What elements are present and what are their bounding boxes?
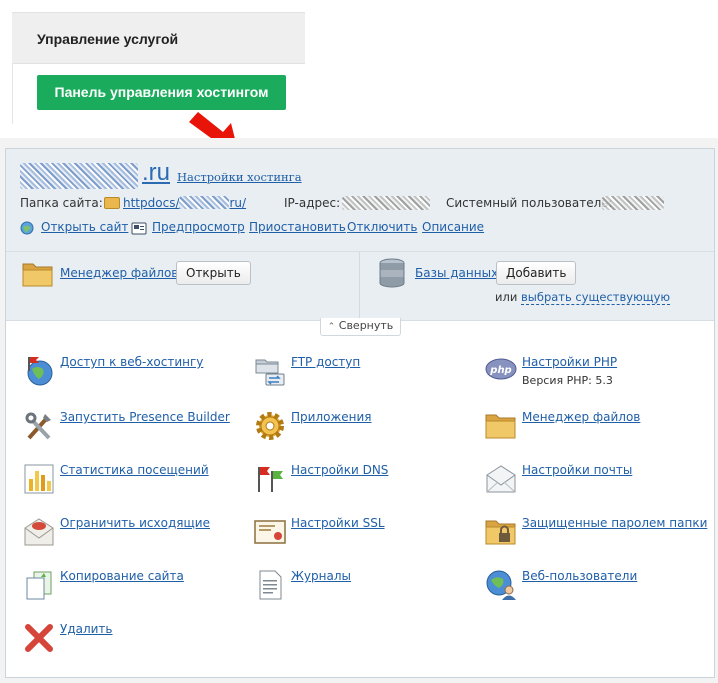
chevron-up-icon: ⌃ — [327, 322, 336, 332]
dns-flags-icon — [258, 467, 283, 492]
grid-item-label[interactable]: Статистика посещений — [60, 463, 209, 477]
hosting-panel: .ru Настройки хостинга Папка сайта: http… — [5, 148, 715, 678]
globe-flag-icon — [27, 357, 53, 386]
collapse-tab[interactable]: ⌃ Свернуть — [320, 318, 401, 336]
ip-label: IP-адрес: — [284, 196, 341, 210]
grid-item-label[interactable]: Настройки DNS — [291, 463, 388, 477]
gear-icon — [256, 412, 284, 440]
stats-icon — [24, 464, 54, 494]
grid-item-label[interactable]: Запустить Presence Builder — [60, 410, 230, 424]
hosting-settings-link[interactable]: Настройки хостинга — [177, 170, 302, 184]
preview-icon — [131, 222, 147, 235]
service-title: Управление услугой — [37, 31, 179, 47]
grid-item-label[interactable]: Удалить — [60, 622, 113, 636]
grid-item-label[interactable]: Ограничить исходящие — [60, 516, 210, 530]
domain-name-redacted — [20, 163, 138, 189]
php-version: Версия PHP: 5.3 — [522, 374, 613, 387]
mail-icon — [486, 465, 516, 493]
tools-row: Менеджер файлов Открыть Базы данных Доба… — [6, 251, 714, 320]
service-card-header: Управление услугой — [12, 12, 305, 64]
databases-link[interactable]: Базы данных — [415, 266, 498, 280]
file-manager-link[interactable]: Менеджер файлов — [60, 266, 178, 280]
open-site-link[interactable]: Открыть сайт — [41, 220, 128, 234]
description-link[interactable]: Описание — [422, 220, 484, 234]
grid-item-label[interactable]: Журналы — [291, 569, 351, 583]
folder-label: Папка сайта: — [20, 196, 103, 210]
add-button[interactable]: Добавить — [496, 261, 577, 285]
sysuser-redacted — [602, 196, 664, 210]
suspend-link[interactable]: Приостановить — [249, 220, 346, 234]
grid-item-label[interactable]: FTP доступ — [291, 355, 360, 369]
web-users-icon — [486, 570, 516, 600]
open-button[interactable]: Открыть — [176, 261, 251, 285]
mail-limit-icon — [24, 518, 54, 546]
folder-icon — [104, 197, 120, 209]
grid-item-label[interactable]: Копирование сайта — [60, 569, 184, 583]
or-text: или — [495, 290, 518, 304]
ip-redacted — [342, 196, 430, 210]
grid-item-label[interactable]: Настройки SSL — [291, 516, 385, 530]
grid-item-label[interactable]: Приложения — [291, 410, 372, 424]
copy-icon — [26, 571, 52, 600]
grid-item-label[interactable]: Защищенные паролем папки — [522, 516, 707, 530]
folder-icon — [22, 263, 53, 287]
grid-item-label[interactable]: Настройки почты — [522, 463, 632, 477]
open-site-icon — [20, 221, 34, 235]
collapse-label: Свернуть — [338, 319, 394, 332]
select-existing-link[interactable]: выбрать существующую — [521, 290, 671, 305]
grid-item-label[interactable]: Менеджер файлов — [522, 410, 640, 424]
log-icon — [259, 570, 282, 600]
tools-icon — [25, 412, 51, 440]
grid-item-label[interactable]: Настройки PHP — [522, 355, 617, 369]
certificate-icon — [254, 520, 286, 544]
disable-link[interactable]: Отключить — [347, 220, 417, 234]
service-card: Управление услугой Панель управления хос… — [12, 12, 305, 124]
grid-item-label[interactable]: Доступ к веб-хостингу — [60, 355, 203, 369]
folder-icon — [485, 414, 516, 439]
locked-folder-icon — [485, 520, 516, 545]
sysuser-label: Системный пользователь: — [446, 196, 613, 210]
grid-item-label[interactable]: Веб-пользователи — [522, 569, 637, 583]
svg-text:php: php — [489, 365, 511, 376]
hosting-panel-button[interactable]: Панель управления хостингом — [37, 75, 286, 110]
folder-suffix[interactable]: ru/ — [229, 196, 246, 210]
folder-path[interactable]: httpdocs/ru/ — [104, 196, 246, 210]
divider — [12, 64, 13, 124]
folder-redacted — [179, 196, 230, 209]
site-info-row: Папка сайта: httpdocs/ru/ IP-адрес: Сист… — [20, 196, 710, 214]
database-icon — [379, 258, 405, 288]
folder-prefix[interactable]: httpdocs/ — [123, 196, 179, 210]
preview-link[interactable]: Предпросмотр — [152, 220, 245, 234]
php-icon: php — [485, 358, 517, 380]
domain-link[interactable]: .ru — [142, 159, 170, 187]
tools-divider — [359, 252, 360, 320]
panel-header: .ru Настройки хостинга Папка сайта: http… — [6, 149, 714, 321]
delete-icon — [25, 624, 53, 652]
ftp-icon — [255, 359, 285, 386]
